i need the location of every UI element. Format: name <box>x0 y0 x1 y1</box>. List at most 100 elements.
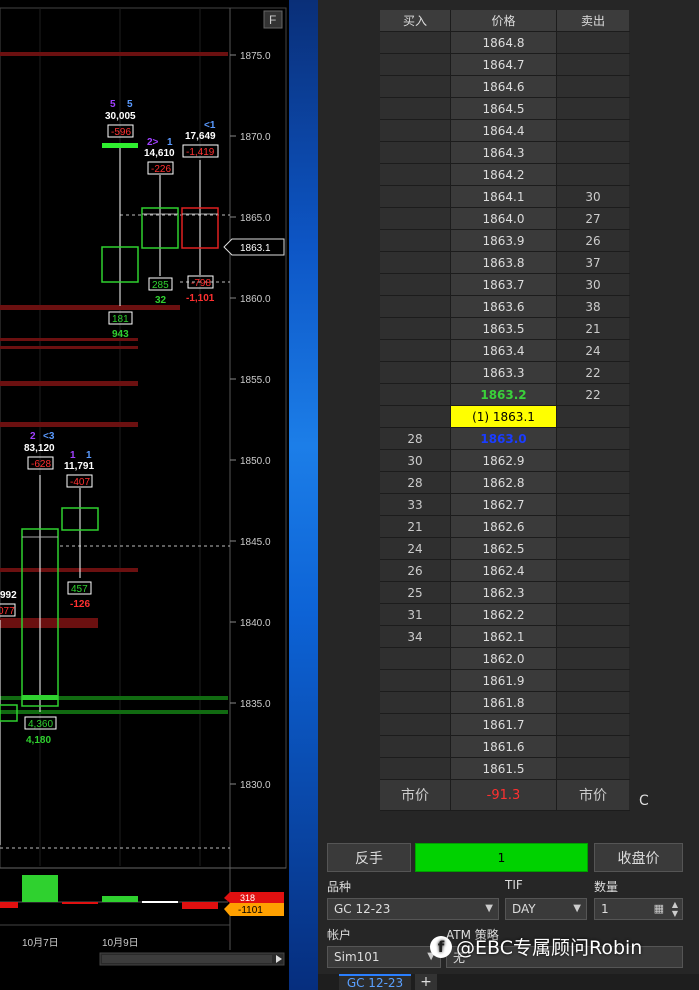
ladder-row[interactable]: 31 1862.2 <box>380 604 630 626</box>
buy-cell[interactable] <box>380 208 450 229</box>
sell-cell[interactable] <box>557 98 629 119</box>
ladder-row[interactable]: 1864.7 <box>380 54 630 76</box>
buy-cell[interactable]: 28 <box>380 472 450 493</box>
ladder-row[interactable]: 1861.7 <box>380 714 630 736</box>
sell-cell[interactable] <box>557 516 629 537</box>
instrument-select[interactable]: GC 12-23 ▼ <box>327 898 499 920</box>
sell-cell[interactable]: 24 <box>557 340 629 361</box>
ladder-row[interactable]: 28 1862.8 <box>380 472 630 494</box>
sell-cell[interactable] <box>557 164 629 185</box>
ladder-row[interactable]: 1861.9 <box>380 670 630 692</box>
ladder-row[interactable]: (1) 1863.1 <box>380 406 630 428</box>
buy-cell[interactable] <box>380 76 450 97</box>
sell-cell[interactable] <box>557 450 629 471</box>
ladder-row[interactable]: 1863.9 26 <box>380 230 630 252</box>
ladder-row[interactable]: 1863.3 22 <box>380 362 630 384</box>
sell-cell[interactable] <box>557 538 629 559</box>
buy-cell[interactable] <box>380 164 450 185</box>
buy-cell[interactable] <box>380 362 450 383</box>
ladder-row[interactable]: 1864.5 <box>380 98 630 120</box>
ladder-row[interactable]: 21 1862.6 <box>380 516 630 538</box>
sell-cell[interactable] <box>557 32 629 53</box>
buy-cell[interactable] <box>380 32 450 53</box>
buy-cell[interactable] <box>380 274 450 295</box>
sell-cell[interactable]: 37 <box>557 252 629 273</box>
buy-cell[interactable]: 28 <box>380 428 450 449</box>
ladder-row[interactable]: 1864.1 30 <box>380 186 630 208</box>
sell-cell[interactable]: 38 <box>557 296 629 317</box>
ladder-row[interactable]: 1863.5 21 <box>380 318 630 340</box>
sell-cell[interactable] <box>557 494 629 515</box>
sell-cell[interactable] <box>557 406 629 427</box>
ladder-row[interactable]: 1864.6 <box>380 76 630 98</box>
price-ladder[interactable]: 买入 价格 卖出 1864.8 1864.7 1864.6 1864.5 1864.4 1… <box>380 10 630 811</box>
ladder-row[interactable]: 1864.4 <box>380 120 630 142</box>
buy-cell[interactable]: 31 <box>380 604 450 625</box>
ladder-row[interactable]: 28 1863.0 <box>380 428 630 450</box>
ladder-row[interactable]: 33 1862.7 <box>380 494 630 516</box>
buy-cell[interactable] <box>380 98 450 119</box>
ladder-rows[interactable]: 1864.8 1864.7 1864.6 1864.5 1864.4 1864.3 1864… <box>380 32 630 780</box>
ladder-row[interactable]: 1863.7 30 <box>380 274 630 296</box>
buy-cell[interactable] <box>380 340 450 361</box>
ladder-row[interactable]: 24 1862.5 <box>380 538 630 560</box>
sell-cell[interactable] <box>557 560 629 581</box>
buy-cell[interactable] <box>380 736 450 757</box>
ladder-row[interactable]: 1864.2 <box>380 164 630 186</box>
buy-cell[interactable]: 33 <box>380 494 450 515</box>
stepper-arrows-icon[interactable]: ▲ ▼ <box>672 900 678 918</box>
ladder-row[interactable]: 1862.0 <box>380 648 630 670</box>
buy-cell[interactable] <box>380 406 450 427</box>
buy-cell[interactable] <box>380 692 450 713</box>
sell-market-button[interactable]: 市价 <box>557 780 629 810</box>
sell-cell[interactable] <box>557 76 629 97</box>
buy-cell[interactable] <box>380 54 450 75</box>
account-select[interactable]: Sim101 ▼ <box>327 946 441 968</box>
buy-cell[interactable]: 25 <box>380 582 450 603</box>
sell-cell[interactable]: 30 <box>557 186 629 207</box>
buy-cell[interactable] <box>380 714 450 735</box>
buy-cell[interactable]: 30 <box>380 450 450 471</box>
buy-cell[interactable] <box>380 252 450 273</box>
buy-cell[interactable]: 24 <box>380 538 450 559</box>
sell-cell[interactable] <box>557 626 629 647</box>
sell-cell[interactable] <box>557 714 629 735</box>
sell-cell[interactable] <box>557 604 629 625</box>
buy-cell[interactable]: 26 <box>380 560 450 581</box>
ladder-row[interactable]: 25 1862.3 <box>380 582 630 604</box>
ladder-row[interactable]: 1863.2 22 <box>380 384 630 406</box>
calculator-icon[interactable]: ▦ <box>654 902 664 915</box>
ladder-row[interactable]: 34 1862.1 <box>380 626 630 648</box>
ladder-row[interactable]: 1864.8 <box>380 32 630 54</box>
buy-cell[interactable] <box>380 648 450 669</box>
column-config-label[interactable]: C <box>639 793 649 809</box>
sell-cell[interactable] <box>557 142 629 163</box>
sell-cell[interactable] <box>557 54 629 75</box>
sell-cell[interactable] <box>557 120 629 141</box>
sell-cell[interactable]: 22 <box>557 384 629 405</box>
sell-cell[interactable] <box>557 670 629 691</box>
buy-cell[interactable] <box>380 230 450 251</box>
reverse-button[interactable]: 反手 <box>327 843 411 872</box>
chart-canvas[interactable]: 1875.0 1870.0 1865.0 1860.0 1855.0 1850.… <box>0 0 289 990</box>
sell-cell[interactable] <box>557 582 629 603</box>
buy-cell[interactable] <box>380 318 450 339</box>
sell-cell[interactable]: 26 <box>557 230 629 251</box>
ladder-row[interactable]: 1861.5 <box>380 758 630 780</box>
ladder-row[interactable]: 1861.8 <box>380 692 630 714</box>
add-tab-button[interactable]: + <box>415 974 437 990</box>
sell-cell[interactable]: 22 <box>557 362 629 383</box>
close-position-button[interactable]: 收盘价 <box>594 843 683 872</box>
sell-cell[interactable] <box>557 648 629 669</box>
sell-cell[interactable] <box>557 758 629 779</box>
chart-scrollbar-thumb[interactable] <box>102 955 272 963</box>
ladder-row[interactable]: 1863.6 38 <box>380 296 630 318</box>
ladder-row[interactable]: 1863.8 37 <box>380 252 630 274</box>
buy-cell[interactable] <box>380 186 450 207</box>
buy-cell[interactable] <box>380 670 450 691</box>
buy-cell[interactable]: 21 <box>380 516 450 537</box>
buy-cell[interactable]: 34 <box>380 626 450 647</box>
buy-cell[interactable] <box>380 120 450 141</box>
tif-select[interactable]: DAY ▼ <box>505 898 587 920</box>
sell-cell[interactable] <box>557 736 629 757</box>
